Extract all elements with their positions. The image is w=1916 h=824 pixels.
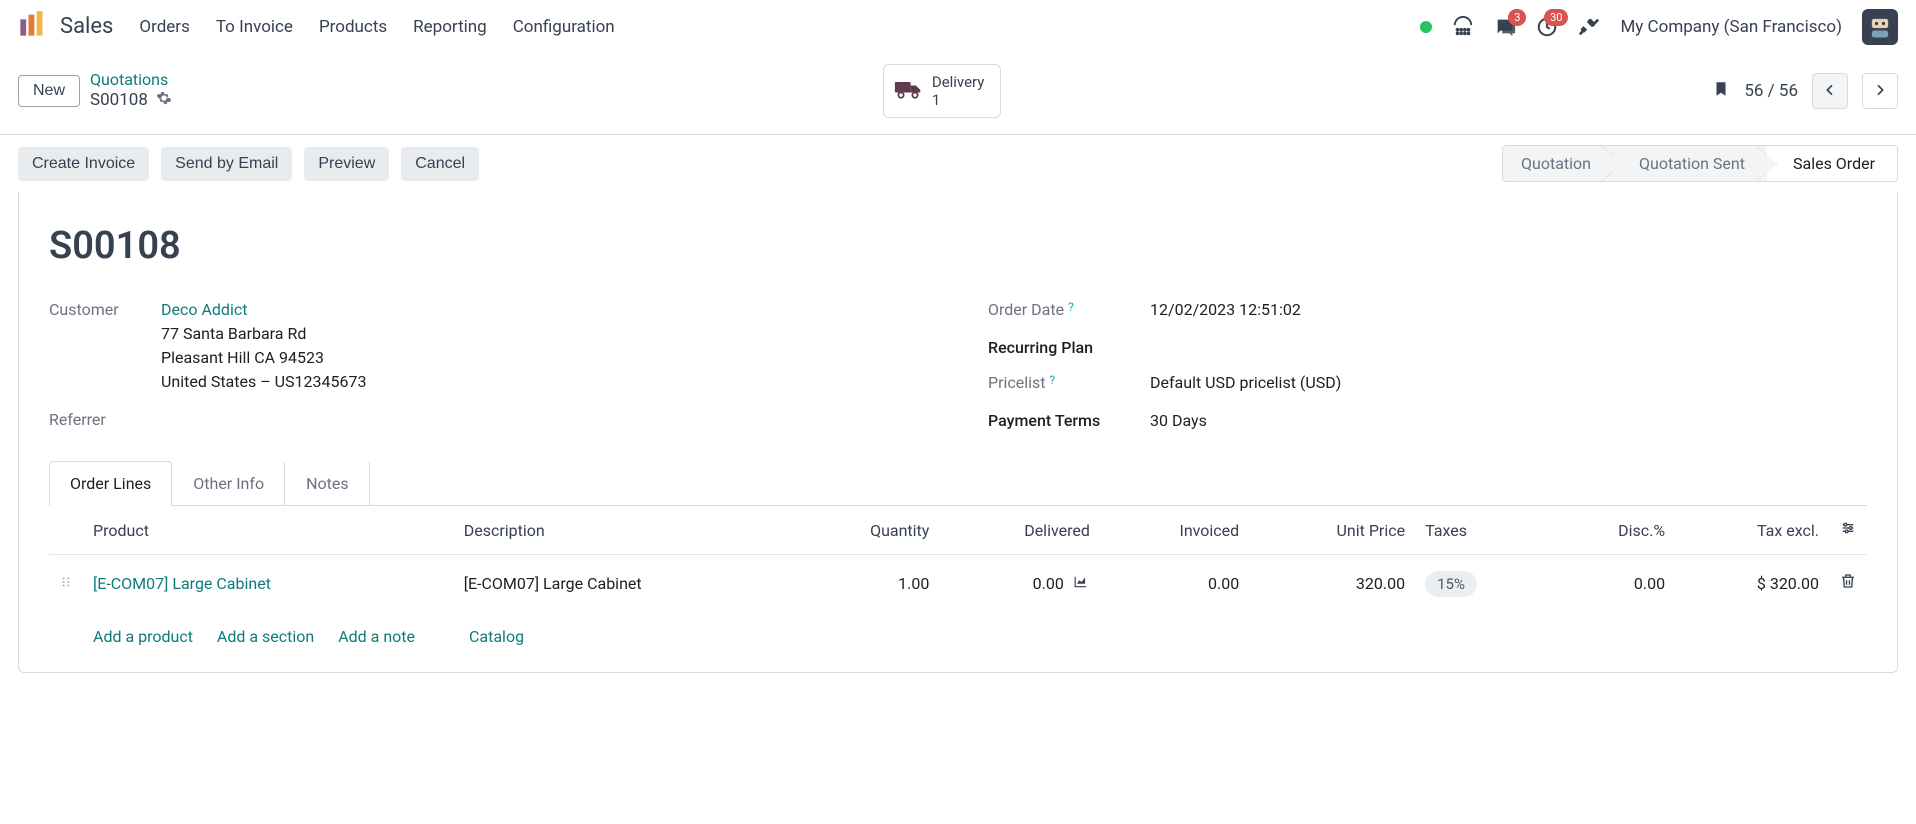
referrer-label: Referrer xyxy=(49,408,159,429)
recurring-plan-label: Recurring Plan xyxy=(988,336,1148,357)
activities-badge: 30 xyxy=(1544,9,1568,26)
gear-icon[interactable] xyxy=(156,90,172,112)
truck-icon xyxy=(894,77,922,105)
tab-other-info[interactable]: Other Info xyxy=(172,461,285,506)
th-delivered: Delivered xyxy=(939,506,1100,555)
table-row[interactable]: [E-COM07] Large Cabinet [E-COM07] Large … xyxy=(49,555,1867,612)
order-date-value[interactable]: 12/02/2023 12:51:02 xyxy=(1150,298,1867,322)
th-quantity: Quantity xyxy=(791,506,940,555)
menu-to-invoice[interactable]: To Invoice xyxy=(216,17,293,37)
menu-orders[interactable]: Orders xyxy=(139,17,189,37)
th-invoiced: Invoiced xyxy=(1100,506,1249,555)
breadcrumb-parent[interactable]: Quotations xyxy=(90,70,172,90)
user-avatar[interactable] xyxy=(1862,9,1898,45)
line-description[interactable]: [E-COM07] Large Cabinet xyxy=(454,555,791,612)
app-name: Sales xyxy=(60,14,113,39)
pager-next-button[interactable] xyxy=(1862,73,1898,109)
payment-terms-label: Payment Terms xyxy=(988,409,1148,430)
help-icon[interactable]: ? xyxy=(1068,300,1074,314)
form-sheet: S00108 Customer Deco Addict 77 Santa Bar… xyxy=(18,192,1898,673)
status-quotation-sent[interactable]: Quotation Sent xyxy=(1613,146,1767,181)
line-delivered[interactable]: 0.00 xyxy=(1033,574,1064,593)
chevron-right-icon xyxy=(1872,82,1888,101)
tabs: Order Lines Other Info Notes xyxy=(49,461,1867,506)
order-lines-table: Product Description Quantity Delivered I… xyxy=(49,506,1867,662)
breadcrumb-current: S00108 xyxy=(90,90,148,111)
pager-prev-button[interactable] xyxy=(1812,73,1848,109)
presence-indicator[interactable] xyxy=(1420,21,1432,33)
help-icon[interactable]: ? xyxy=(1050,373,1056,387)
pricelist-label: Pricelist? xyxy=(988,371,1148,392)
customer-label: Customer xyxy=(49,298,159,319)
delivery-stat-button[interactable]: Delivery 1 xyxy=(883,64,1002,118)
menu-configuration[interactable]: Configuration xyxy=(513,17,615,37)
tab-notes[interactable]: Notes xyxy=(285,461,370,506)
add-product-link[interactable]: Add a product xyxy=(93,627,193,646)
app-logo-icon xyxy=(18,10,46,44)
line-taxes[interactable]: 15% xyxy=(1425,571,1477,597)
top-nav-right: 3 30 My Company (San Francisco) xyxy=(1420,9,1898,45)
line-disc[interactable]: 0.00 xyxy=(1550,555,1675,612)
create-invoice-button[interactable]: Create Invoice xyxy=(18,147,149,181)
messages-icon[interactable]: 3 xyxy=(1494,16,1516,38)
customer-addr3: United States – US12345673 xyxy=(161,372,366,391)
th-disc: Disc.% xyxy=(1550,506,1675,555)
line-invoiced[interactable]: 0.00 xyxy=(1100,555,1249,612)
catalog-link[interactable]: Catalog xyxy=(469,627,524,646)
status-bar: Quotation Quotation Sent Sales Order xyxy=(1502,145,1898,182)
control-bar: New Quotations S00108 Delivery 1 56 / xyxy=(0,54,1916,135)
new-button[interactable]: New xyxy=(18,75,80,107)
bookmark-icon[interactable] xyxy=(1712,78,1730,104)
line-unit-price[interactable]: 320.00 xyxy=(1249,555,1415,612)
preview-button[interactable]: Preview xyxy=(304,147,389,181)
line-tax-excl: $ 320.00 xyxy=(1675,555,1829,612)
breadcrumb: Quotations S00108 xyxy=(90,70,172,112)
th-description: Description xyxy=(454,506,791,555)
top-menu: Orders To Invoice Products Reporting Con… xyxy=(139,17,614,37)
action-bar: Create Invoice Send by Email Preview Can… xyxy=(0,135,1916,192)
add-section-link[interactable]: Add a section xyxy=(217,627,314,646)
company-switcher[interactable]: My Company (San Francisco) xyxy=(1620,17,1842,37)
th-taxes: Taxes xyxy=(1415,506,1550,555)
chevron-left-icon xyxy=(1822,82,1838,101)
send-email-button[interactable]: Send by Email xyxy=(161,147,292,181)
app-brand[interactable]: Sales xyxy=(18,10,113,44)
th-unit-price: Unit Price xyxy=(1249,506,1415,555)
menu-reporting[interactable]: Reporting xyxy=(413,17,487,37)
delivery-stat-title: Delivery xyxy=(932,73,985,91)
menu-products[interactable]: Products xyxy=(319,17,387,37)
add-row: Add a product Add a section Add a note C… xyxy=(49,611,1867,662)
record-title: S00108 xyxy=(49,224,1867,268)
voip-icon[interactable] xyxy=(1452,16,1474,38)
delete-row-button[interactable] xyxy=(1829,555,1867,612)
messages-badge: 3 xyxy=(1508,9,1526,26)
th-product: Product xyxy=(83,506,454,555)
customer-addr1: 77 Santa Barbara Rd xyxy=(161,324,306,343)
forecast-icon[interactable] xyxy=(1072,574,1090,593)
payment-terms-value[interactable]: 30 Days xyxy=(1150,409,1867,433)
top-nav: Sales Orders To Invoice Products Reporti… xyxy=(0,0,1916,54)
column-options-button[interactable] xyxy=(1829,506,1867,555)
line-quantity[interactable]: 1.00 xyxy=(791,555,940,612)
line-product[interactable]: [E-COM07] Large Cabinet xyxy=(93,574,271,593)
order-date-label: Order Date? xyxy=(988,298,1148,319)
activities-icon[interactable]: 30 xyxy=(1536,16,1558,38)
cancel-button[interactable]: Cancel xyxy=(401,147,479,181)
th-tax-excl: Tax excl. xyxy=(1675,506,1829,555)
delivery-stat-value: 1 xyxy=(932,91,985,109)
status-sales-order[interactable]: Sales Order xyxy=(1767,146,1897,181)
pager-count[interactable]: 56 / 56 xyxy=(1744,81,1798,101)
customer-link[interactable]: Deco Addict xyxy=(161,300,247,319)
tools-icon[interactable] xyxy=(1578,16,1600,38)
add-note-link[interactable]: Add a note xyxy=(338,627,415,646)
drag-handle-icon[interactable] xyxy=(49,555,83,612)
tab-order-lines[interactable]: Order Lines xyxy=(49,461,172,506)
customer-addr2: Pleasant Hill CA 94523 xyxy=(161,348,324,367)
pricelist-value[interactable]: Default USD pricelist (USD) xyxy=(1150,371,1867,395)
status-quotation[interactable]: Quotation xyxy=(1503,146,1613,181)
